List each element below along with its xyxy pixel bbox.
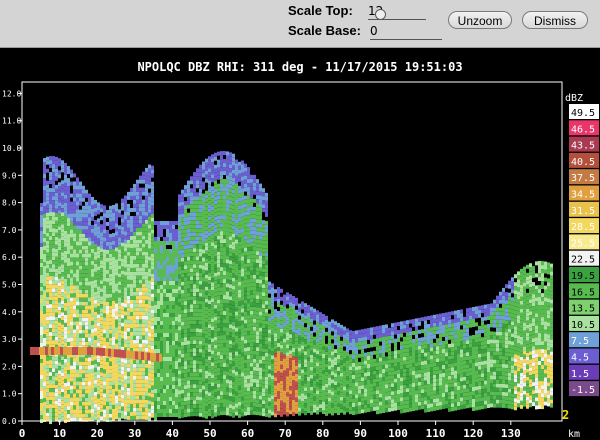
colorbar-label: 1.5 <box>571 369 589 380</box>
x-tick-label: 10 <box>53 427 66 440</box>
y-tick-label: 2.0 <box>2 362 17 371</box>
x-tick-label: 0 <box>19 427 26 440</box>
x-tick-label: 60 <box>241 427 254 440</box>
y-tick-label: 10.0 <box>2 144 21 153</box>
control-panel: Scale Top: 12 Scale Base: 0 Unzoom Dismi… <box>0 0 600 48</box>
scale-top-label: Scale Top: <box>288 3 353 18</box>
y-tick-label: 4.0 <box>2 308 17 317</box>
scale-base-label: Scale Base: <box>288 23 361 38</box>
colorbar-label: 22.5 <box>571 255 595 266</box>
rhi-plot[interactable]: 0 10 20 30 40 50 60 70 80 90 100 110 120 130 km 0.0 1.0 2… <box>0 48 600 440</box>
y-tick-label: 6.0 <box>2 253 17 262</box>
colorbar-label: 28.5 <box>571 222 595 233</box>
colorbar-label: 10.5 <box>571 320 595 331</box>
unzoom-button[interactable]: Unzoom <box>448 11 512 29</box>
y-tick-label: 7.0 <box>2 226 17 235</box>
scale-top-slider-handle[interactable] <box>375 9 386 20</box>
y-tick-label: 0.0 <box>2 417 17 426</box>
x-tick-label: 30 <box>128 427 141 440</box>
colorbar-label: 7.5 <box>571 336 589 347</box>
x-unit-label: km <box>568 429 580 440</box>
y-tick-label: 3.0 <box>2 335 17 344</box>
x-tick-label: 70 <box>279 427 292 440</box>
colorbar-label: 4.5 <box>571 353 589 364</box>
colorbar-label: -1.5 <box>571 385 595 396</box>
scale-base-input[interactable]: 0 <box>370 23 442 40</box>
x-tick-label: 130 <box>501 427 521 440</box>
x-tick-label: 80 <box>316 427 329 440</box>
y-tick-label: 9.0 <box>2 171 17 180</box>
colorbar-label: 31.5 <box>571 206 595 217</box>
x-tick-label: 40 <box>166 427 179 440</box>
colorbar-label: 49.5 <box>571 108 595 119</box>
colorbar-label: 46.5 <box>571 124 595 135</box>
x-tick-label: 20 <box>91 427 104 440</box>
colorbar-label: 40.5 <box>571 157 595 168</box>
colorbar-label: 34.5 <box>571 190 595 201</box>
dbz-colorbar: dBZ 49.5 46.5 43.5 40.5 37.5 34.5 31.5 28.5 25.5 2… <box>565 93 599 397</box>
y-tick-label: 1.0 <box>2 390 17 399</box>
colorbar-label: 13.5 <box>571 304 595 315</box>
x-tick-label: 100 <box>388 427 408 440</box>
x-tick-label: 50 <box>203 427 216 440</box>
x-tick-label: 90 <box>354 427 367 440</box>
dismiss-button[interactable]: Dismiss <box>522 11 588 29</box>
y-tick-label: 8.0 <box>2 199 17 208</box>
corner-label: 2 <box>562 408 569 422</box>
colorbar-label: 37.5 <box>571 173 595 184</box>
colorbar-unit: dBZ <box>565 93 583 104</box>
y-tick-label: 5.0 <box>2 281 17 290</box>
x-tick-label: 120 <box>463 427 483 440</box>
colorbar-label: 25.5 <box>571 238 595 249</box>
y-tick-label: 12.0 <box>2 89 21 98</box>
y-tick-label: 11.0 <box>2 117 21 126</box>
colorbar-label: 43.5 <box>571 141 595 152</box>
colorbar-label: 19.5 <box>571 271 595 282</box>
x-tick-label: 110 <box>426 427 446 440</box>
reflectivity-field <box>30 151 553 425</box>
colorbar-label: 16.5 <box>571 287 595 298</box>
